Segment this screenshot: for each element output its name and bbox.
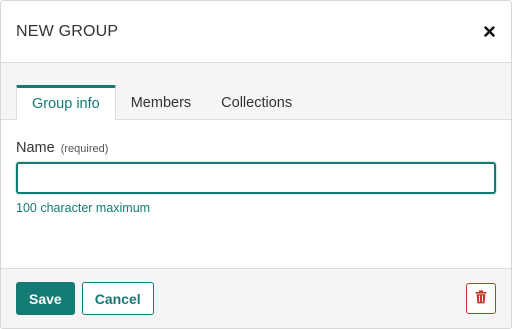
name-field-label: Name (required) [16,140,496,156]
required-indicator: (required) [60,143,109,155]
name-input[interactable] [16,162,496,194]
delete-button[interactable] [466,283,496,314]
cancel-button[interactable]: Cancel [81,282,154,315]
close-icon[interactable] [482,25,496,39]
dialog-title: NEW GROUP [16,22,119,40]
dialog-footer: Save Cancel [1,268,511,328]
tab-collections[interactable]: Collections [206,85,307,120]
save-button[interactable]: Save [16,282,75,315]
dialog-header: NEW GROUP [1,1,511,63]
trash-icon [475,290,487,307]
tab-label: Members [130,94,192,111]
new-group-dialog: NEW GROUP Group info Members Collections… [0,0,512,329]
name-label: Name [16,140,55,156]
tab-label: Group info [32,95,100,112]
tab-label: Collections [221,94,293,111]
group-info-panel: Name (required) 100 character maximum [1,120,511,286]
tab-group-info[interactable]: Group info [16,85,116,120]
tab-bar: Group info Members Collections [1,63,511,120]
name-hint: 100 character maximum [16,201,151,215]
tab-members[interactable]: Members [116,85,206,120]
